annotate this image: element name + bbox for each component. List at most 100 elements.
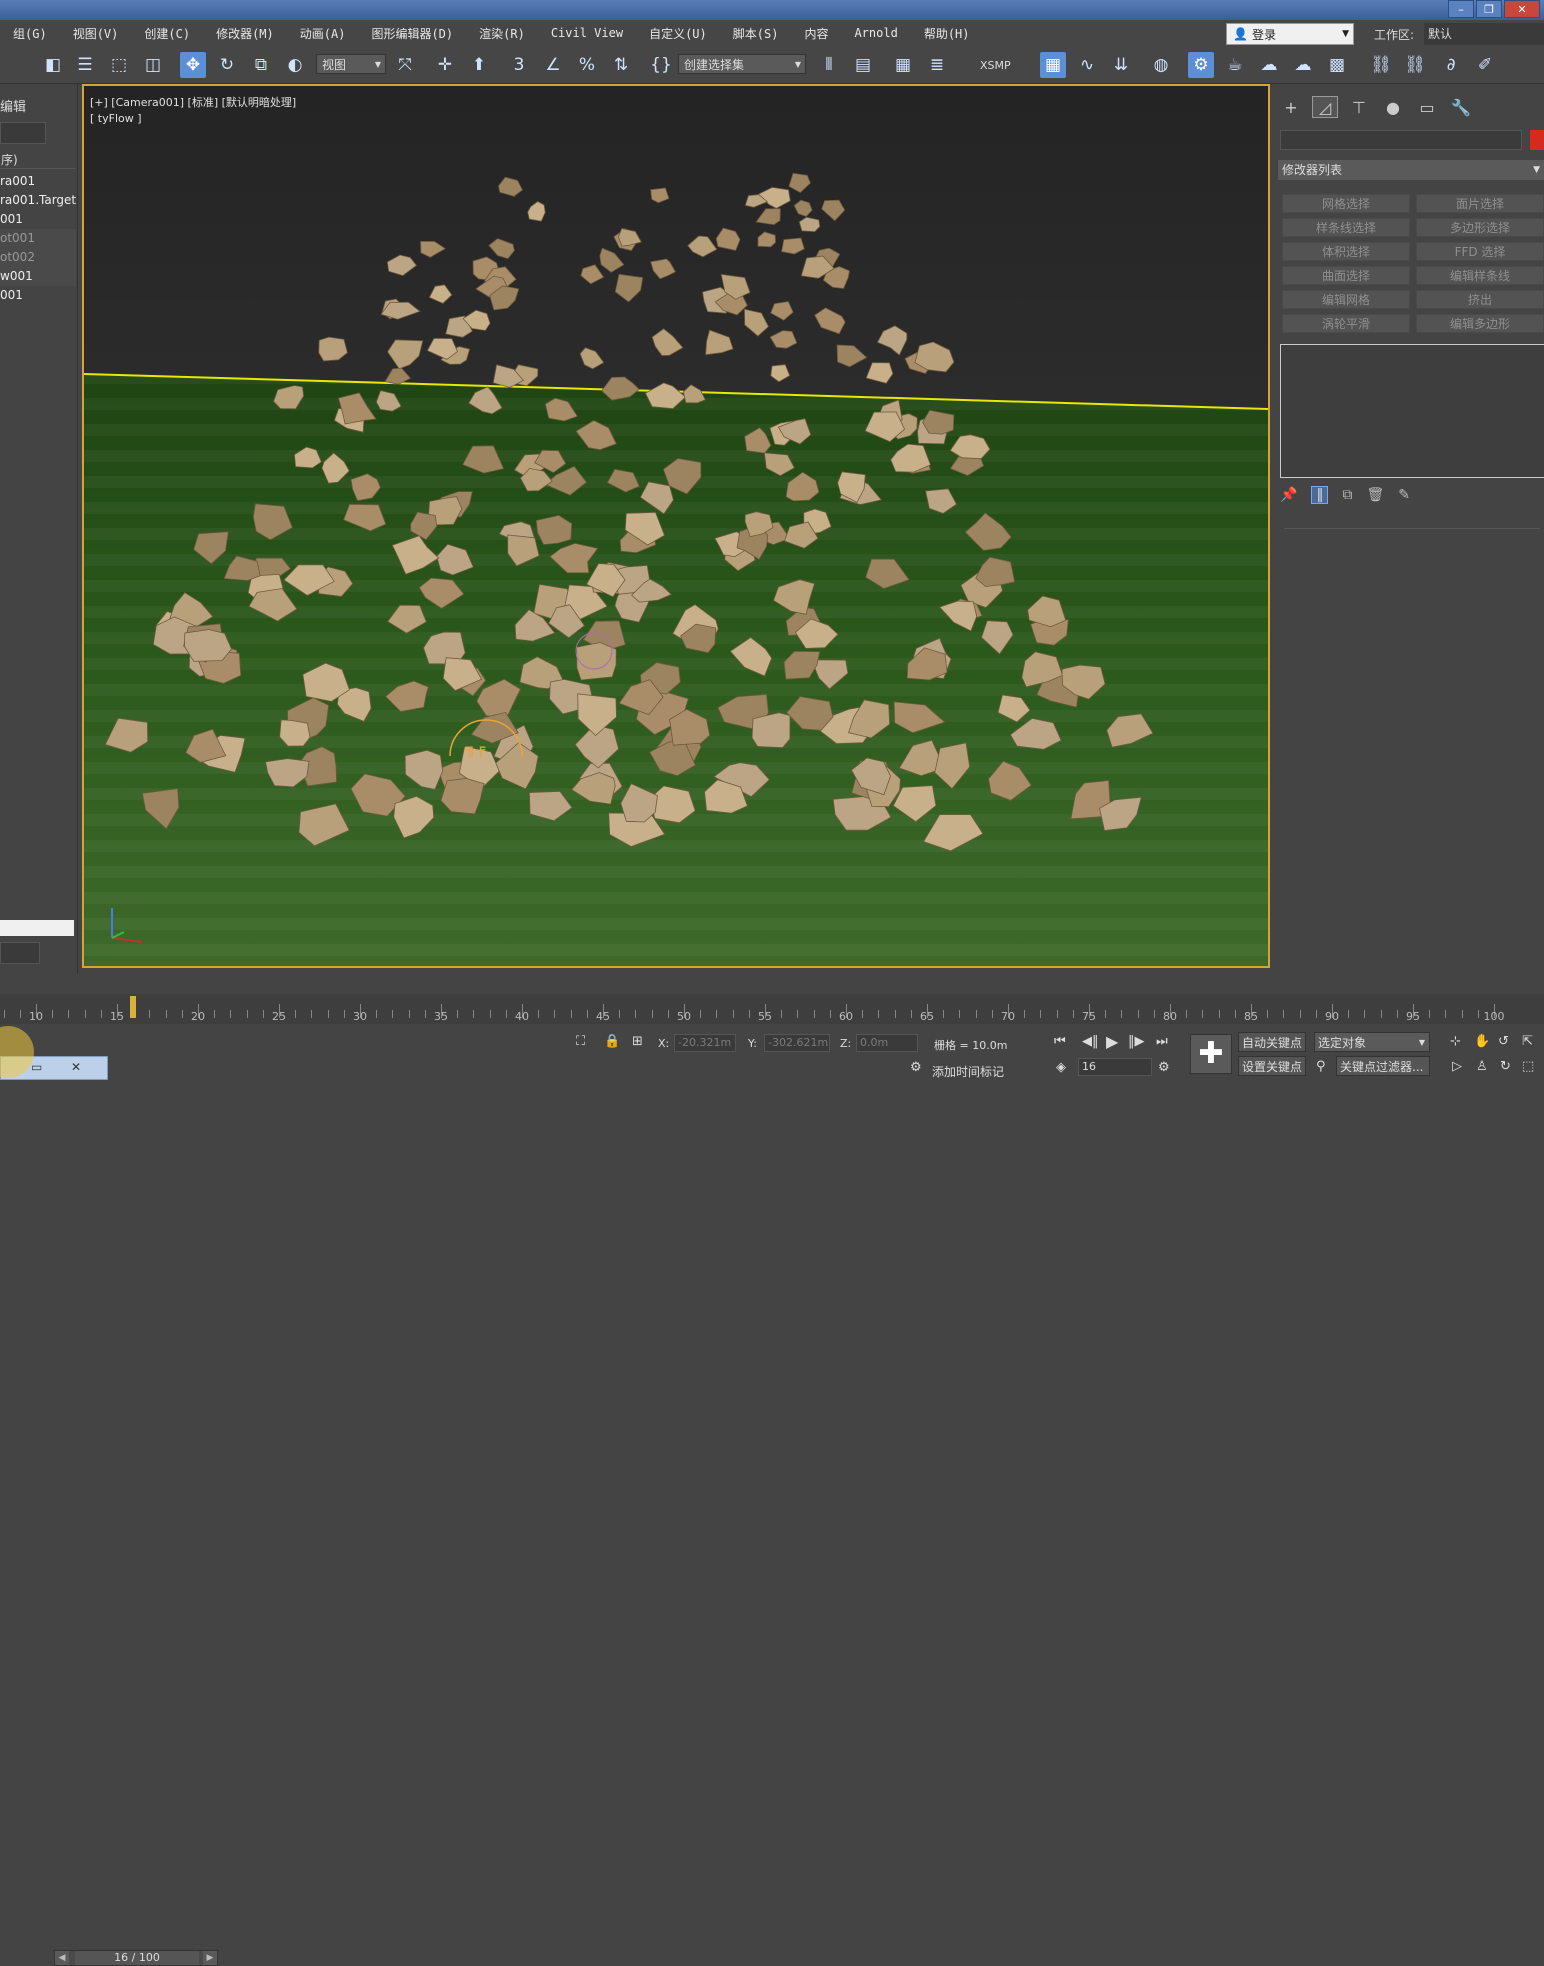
restore-button[interactable]: ❐ [1476, 0, 1502, 18]
modifier-button[interactable]: 编辑样条线 [1416, 266, 1544, 285]
scene-item[interactable]: 001 [0, 286, 76, 305]
workspace-select[interactable]: 默认 [1424, 23, 1544, 45]
add-time-tag-label[interactable]: 添加时间标记 [932, 1063, 1004, 1080]
key-mode-icon[interactable]: ◈ [1056, 1060, 1066, 1075]
y-coordinate-field[interactable]: -302.621m [764, 1034, 830, 1052]
go-to-start-icon[interactable]: ⏮ [1054, 1034, 1066, 1049]
time-tag-icon[interactable]: ⚙ [910, 1060, 922, 1075]
scene-scrollbar[interactable] [0, 920, 74, 936]
time-slider[interactable]: ◀ 16 / 100 ▶ [54, 1950, 218, 1966]
rect-selection-icon[interactable]: ⬚ [106, 52, 132, 78]
orbit-subobject-icon[interactable]: ↻ [1500, 1059, 1511, 1074]
timeline-track[interactable]: 10 15 20 25 30 35 40 45 50 55 60 65 70 75 80 85 90 95 100 [0, 994, 1544, 1024]
time-config-icon[interactable]: ⚙ [1158, 1060, 1170, 1075]
prev-frame-icon[interactable]: ◀ [55, 1951, 69, 1965]
modify-tab-icon[interactable]: ◿ [1312, 96, 1338, 118]
snaps-toggle-icon[interactable]: 3 [506, 52, 532, 78]
menu-graph-editors[interactable]: 图形编辑器(D) [358, 25, 466, 42]
motion-tab-icon[interactable]: ● [1380, 96, 1406, 118]
placement-icon[interactable]: ◐ [282, 52, 308, 78]
select-by-name-icon[interactable]: ☰ [72, 52, 98, 78]
set-key-button[interactable]: 设置关键点 [1238, 1056, 1307, 1076]
create-tab-icon[interactable]: + [1278, 96, 1304, 118]
modifier-button[interactable]: 体积选择 [1282, 242, 1410, 261]
menu-customize[interactable]: 自定义(U) [636, 25, 720, 42]
mirror-icon[interactable]: ⫴ [816, 52, 842, 78]
material-editor-icon[interactable]: ◍ [1148, 52, 1174, 78]
go-to-end-icon[interactable]: ⏭ [1156, 1034, 1168, 1049]
minimize-button[interactable]: – [1448, 0, 1474, 18]
key-target-select[interactable]: 选定对象 ▼ [1314, 1032, 1430, 1052]
unlink-icon[interactable]: ⛓ [1402, 52, 1428, 78]
rotate-icon[interactable]: ↻ [214, 52, 240, 78]
object-name-input[interactable] [1280, 130, 1522, 150]
modifier-button[interactable]: 网格选择 [1282, 194, 1410, 213]
menu-view[interactable]: 视图(V) [60, 25, 132, 42]
scene-explorer-icon[interactable]: ▦ [1040, 52, 1066, 78]
rendered-frame-icon[interactable]: ☕ [1222, 52, 1248, 78]
make-unique-icon[interactable]: ⧉ [1342, 487, 1352, 503]
menu-scripting[interactable]: 脚本(S) [720, 25, 792, 42]
restore-icon[interactable]: ▭ [31, 1060, 42, 1074]
align-icon[interactable]: ▤ [850, 52, 876, 78]
scene-search-input[interactable] [0, 122, 46, 144]
pin-stack-icon[interactable]: 📌 [1280, 487, 1297, 503]
menu-create[interactable]: 创建(C) [131, 25, 203, 42]
viewport-label[interactable]: [+] [Camera001] [标准] [默认明暗处理] [90, 94, 296, 110]
lock-selection-icon[interactable]: 🔒 [604, 1034, 620, 1049]
viewport-sublabel[interactable]: [ tyFlow ] [90, 112, 142, 125]
modifier-stack[interactable] [1280, 344, 1544, 478]
bind-space-warp-icon[interactable]: ∂ [1438, 52, 1464, 78]
auto-key-button[interactable]: 自动关键点 [1238, 1032, 1307, 1052]
scene-column-header[interactable]: 序) [0, 151, 76, 169]
render-setup-icon[interactable]: ⚙ [1188, 52, 1214, 78]
menu-animation[interactable]: 动画(A) [287, 25, 359, 42]
z-coordinate-field[interactable]: 0.0m [856, 1034, 918, 1052]
close-button[interactable]: ✕ [1504, 0, 1540, 18]
current-frame-field[interactable]: 16 [1078, 1058, 1152, 1076]
modifier-button[interactable]: 涡轮平滑 [1282, 314, 1410, 333]
angle-snap-icon[interactable]: ∠ [540, 52, 566, 78]
menu-content[interactable]: 内容 [791, 25, 841, 42]
key-filters-button[interactable]: 关键点过滤器... [1336, 1056, 1430, 1076]
percent-snap-icon[interactable]: % [574, 52, 600, 78]
modifier-button[interactable]: 样条线选择 [1282, 218, 1410, 237]
key-filter-icon[interactable]: ⚲ [1316, 1059, 1326, 1074]
modifier-button[interactable]: 挤出 [1416, 290, 1544, 309]
field-of-view-icon[interactable]: ▷ [1452, 1059, 1462, 1074]
menu-rendering[interactable]: 渲染(R) [466, 25, 538, 42]
modifier-button[interactable]: 曲面选择 [1282, 266, 1410, 285]
modifier-list-dropdown[interactable]: 修改器列表 ▼ [1278, 160, 1544, 180]
play-icon[interactable]: ▶ [1106, 1032, 1118, 1051]
set-key-icon[interactable]: ✚ [1190, 1034, 1232, 1074]
scene-item[interactable]: w001 [0, 267, 76, 286]
modifier-button[interactable]: 多边形选择 [1416, 218, 1544, 237]
render-grid-icon[interactable]: ▩ [1324, 52, 1350, 78]
person-icon[interactable]: ♙ [1476, 1059, 1488, 1074]
modifier-button[interactable]: 面片选择 [1416, 194, 1544, 213]
menu-modifiers[interactable]: 修改器(M) [203, 25, 287, 42]
move-icon[interactable]: ✥ [180, 52, 206, 78]
render-production-icon[interactable]: ☁ [1256, 52, 1282, 78]
paint-icon[interactable]: ✐ [1472, 52, 1498, 78]
layer-select[interactable] [0, 942, 40, 964]
spinner-snap-icon[interactable]: ⇅ [608, 52, 634, 78]
keyboard-shortcut-icon[interactable]: ⬆ [466, 52, 492, 78]
maximize-viewport-icon[interactable]: ⬚ [1522, 1059, 1534, 1074]
window-crossing-icon[interactable]: ◫ [140, 52, 166, 78]
previous-frame-icon[interactable]: ◀‖ [1082, 1034, 1099, 1049]
zoom-extents-icon[interactable]: ⊹ [1450, 1034, 1461, 1049]
menu-civil-view[interactable]: Civil View [538, 26, 636, 40]
scene-item[interactable]: ot001 [0, 229, 76, 248]
named-selection-set-select[interactable]: 创建选择集 ▼ [678, 54, 806, 74]
scene-item[interactable]: 001 [0, 210, 76, 229]
show-end-result-icon[interactable]: ‖ [1311, 486, 1329, 504]
schematic-view-icon[interactable]: ⇊ [1108, 52, 1134, 78]
select-object-icon[interactable]: ◧ [40, 52, 66, 78]
scale-icon[interactable]: ⧉ [248, 52, 274, 78]
walk-through-icon[interactable]: ⇱ [1522, 1034, 1533, 1049]
timeline-current-frame-marker[interactable] [130, 996, 137, 1018]
hierarchy-tab-icon[interactable]: ⊤ [1346, 96, 1372, 118]
next-frame-icon[interactable]: ▶ [203, 1951, 217, 1965]
layers-icon[interactable]: ≣ [924, 52, 950, 78]
